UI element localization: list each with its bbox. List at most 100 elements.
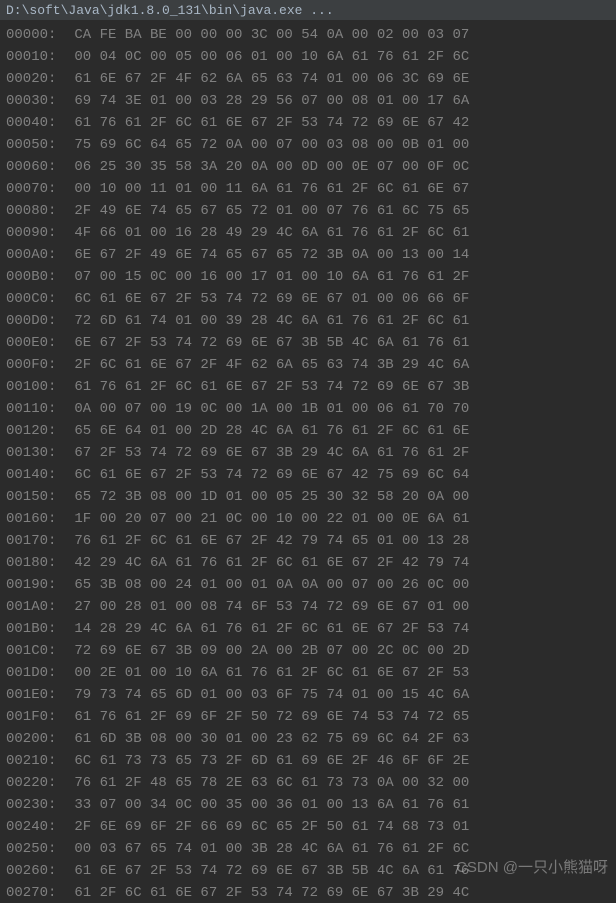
hex-row: 001F0: 61 76 61 2F 69 6F 2F 50 72 69 6E … (6, 706, 610, 728)
hex-row: 00270: 61 2F 6C 61 6E 67 2F 53 74 72 69 … (6, 882, 610, 903)
hex-offset: 00070: (6, 178, 66, 200)
hex-row: 00120: 65 6E 64 01 00 2D 28 4C 6A 61 76 … (6, 420, 610, 442)
hex-bytes: 00 03 67 65 74 01 00 3B 28 4C 6A 61 76 6… (66, 841, 469, 857)
hex-bytes: 61 76 61 2F 69 6F 2F 50 72 69 6E 74 53 7… (66, 709, 469, 725)
hex-row: 00210: 6C 61 73 73 65 73 2F 6D 61 69 6E … (6, 750, 610, 772)
hex-row: 00150: 65 72 3B 08 00 1D 01 00 05 25 30 … (6, 486, 610, 508)
hex-row: 00140: 6C 61 6E 67 2F 53 74 72 69 6E 67 … (6, 464, 610, 486)
hex-offset: 00140: (6, 464, 66, 486)
hex-row: 00220: 76 61 2F 48 65 78 2E 63 6C 61 73 … (6, 772, 610, 794)
hex-offset: 00200: (6, 728, 66, 750)
hex-bytes: 65 72 3B 08 00 1D 01 00 05 25 30 32 58 2… (66, 489, 469, 505)
hex-offset: 001C0: (6, 640, 66, 662)
hex-bytes: 61 6E 67 2F 53 74 72 69 6E 67 3B 5B 4C 6… (66, 863, 469, 879)
hex-row: 001E0: 79 73 74 65 6D 01 00 03 6F 75 74 … (6, 684, 610, 706)
hex-row: 00240: 2F 6E 69 6F 2F 66 69 6C 65 2F 50 … (6, 816, 610, 838)
hex-offset: 00240: (6, 816, 66, 838)
hex-offset: 00010: (6, 46, 66, 68)
hex-row: 00060: 06 25 30 35 58 3A 20 0A 00 0D 00 … (6, 156, 610, 178)
hex-offset: 00050: (6, 134, 66, 156)
hex-offset: 00080: (6, 200, 66, 222)
hex-row: 00000: CA FE BA BE 00 00 00 3C 00 54 0A … (6, 24, 610, 46)
hex-bytes: 14 28 29 4C 6A 61 76 61 2F 6C 61 6E 67 2… (66, 621, 469, 637)
hex-bytes: 00 2E 01 00 10 6A 61 76 61 2F 6C 61 6E 6… (66, 665, 469, 681)
hex-offset: 00130: (6, 442, 66, 464)
hex-bytes: 6C 61 6E 67 2F 53 74 72 69 6E 67 01 00 0… (66, 291, 469, 307)
hex-row: 000A0: 6E 67 2F 49 6E 74 65 67 65 72 3B … (6, 244, 610, 266)
hex-offset: 000C0: (6, 288, 66, 310)
hex-offset: 00250: (6, 838, 66, 860)
hex-bytes: 76 61 2F 6C 61 6E 67 2F 42 79 74 65 01 0… (66, 533, 469, 549)
hex-row: 00050: 75 69 6C 64 65 72 0A 00 07 00 03 … (6, 134, 610, 156)
hex-row: 00160: 1F 00 20 07 00 21 0C 00 10 00 22 … (6, 508, 610, 530)
hex-bytes: 06 25 30 35 58 3A 20 0A 00 0D 00 0E 07 0… (66, 159, 469, 175)
hex-offset: 00220: (6, 772, 66, 794)
hex-offset: 001A0: (6, 596, 66, 618)
hex-bytes: 27 00 28 01 00 08 74 6F 53 74 72 69 6E 6… (66, 599, 469, 615)
hex-bytes: 75 69 6C 64 65 72 0A 00 07 00 03 08 00 0… (66, 137, 469, 153)
hex-bytes: 2F 6C 61 6E 67 2F 4F 62 6A 65 63 74 3B 2… (66, 357, 469, 373)
hex-offset: 00230: (6, 794, 66, 816)
hex-offset: 00150: (6, 486, 66, 508)
hex-row: 000C0: 6C 61 6E 67 2F 53 74 72 69 6E 67 … (6, 288, 610, 310)
hex-bytes: 67 2F 53 74 72 69 6E 67 3B 29 4C 6A 61 7… (66, 445, 469, 461)
hex-offset: 00110: (6, 398, 66, 420)
hex-bytes: 0A 00 07 00 19 0C 00 1A 00 1B 01 00 06 6… (66, 401, 469, 417)
hex-offset: 000A0: (6, 244, 66, 266)
hex-bytes: 61 2F 6C 61 6E 67 2F 53 74 72 69 6E 67 3… (66, 885, 469, 901)
hex-offset: 00100: (6, 376, 66, 398)
hex-bytes: 33 07 00 34 0C 00 35 00 36 01 00 13 6A 6… (66, 797, 469, 813)
hex-row: 00200: 61 6D 3B 08 00 30 01 00 23 62 75 … (6, 728, 610, 750)
hex-offset: 000F0: (6, 354, 66, 376)
hex-offset: 00090: (6, 222, 66, 244)
hex-row: 00130: 67 2F 53 74 72 69 6E 67 3B 29 4C … (6, 442, 610, 464)
hex-bytes: 65 3B 08 00 24 01 00 01 0A 0A 00 07 00 2… (66, 577, 469, 593)
console-title-text: D:\soft\Java\jdk1.8.0_131\bin\java.exe .… (6, 3, 334, 18)
hex-offset: 00270: (6, 882, 66, 903)
hex-row: 00010: 00 04 0C 00 05 00 06 01 00 10 6A … (6, 46, 610, 68)
hex-offset: 00030: (6, 90, 66, 112)
hex-offset: 00000: (6, 24, 66, 46)
hex-bytes: 61 6D 3B 08 00 30 01 00 23 62 75 69 6C 6… (66, 731, 469, 747)
hex-bytes: 07 00 15 0C 00 16 00 17 01 00 10 6A 61 7… (66, 269, 469, 285)
hex-bytes: 6E 67 2F 53 74 72 69 6E 67 3B 5B 4C 6A 6… (66, 335, 469, 351)
hex-row: 00260: 61 6E 67 2F 53 74 72 69 6E 67 3B … (6, 860, 610, 882)
hex-row: 001B0: 14 28 29 4C 6A 61 76 61 2F 6C 61 … (6, 618, 610, 640)
hex-offset: 001B0: (6, 618, 66, 640)
hex-row: 001D0: 00 2E 01 00 10 6A 61 76 61 2F 6C … (6, 662, 610, 684)
hex-row: 00090: 4F 66 01 00 16 28 49 29 4C 6A 61 … (6, 222, 610, 244)
hex-row: 001A0: 27 00 28 01 00 08 74 6F 53 74 72 … (6, 596, 610, 618)
hex-row: 00100: 61 76 61 2F 6C 61 6E 67 2F 53 74 … (6, 376, 610, 398)
hex-row: 00040: 61 76 61 2F 6C 61 6E 67 2F 53 74 … (6, 112, 610, 134)
hex-bytes: 61 76 61 2F 6C 61 6E 67 2F 53 74 72 69 6… (66, 379, 469, 395)
hex-row: 00080: 2F 49 6E 74 65 67 65 72 01 00 07 … (6, 200, 610, 222)
hex-offset: 00190: (6, 574, 66, 596)
hex-row: 00250: 00 03 67 65 74 01 00 3B 28 4C 6A … (6, 838, 610, 860)
hex-bytes: 4F 66 01 00 16 28 49 29 4C 6A 61 76 61 2… (66, 225, 469, 241)
hex-bytes: 2F 6E 69 6F 2F 66 69 6C 65 2F 50 61 74 6… (66, 819, 469, 835)
hex-offset: 00040: (6, 112, 66, 134)
hex-row: 00030: 69 74 3E 01 00 03 28 29 56 07 00 … (6, 90, 610, 112)
hex-row: 001C0: 72 69 6E 67 3B 09 00 2A 00 2B 07 … (6, 640, 610, 662)
hex-bytes: 6C 61 6E 67 2F 53 74 72 69 6E 67 42 75 6… (66, 467, 469, 483)
hex-offset: 001E0: (6, 684, 66, 706)
hex-bytes: CA FE BA BE 00 00 00 3C 00 54 0A 00 02 0… (66, 27, 469, 43)
hex-bytes: 65 6E 64 01 00 2D 28 4C 6A 61 76 61 2F 6… (66, 423, 469, 439)
hex-offset: 00120: (6, 420, 66, 442)
hex-bytes: 72 6D 61 74 01 00 39 28 4C 6A 61 76 61 2… (66, 313, 469, 329)
hex-offset: 001D0: (6, 662, 66, 684)
hex-row: 000B0: 07 00 15 0C 00 16 00 17 01 00 10 … (6, 266, 610, 288)
hex-row: 00230: 33 07 00 34 0C 00 35 00 36 01 00 … (6, 794, 610, 816)
hex-offset: 000D0: (6, 310, 66, 332)
hex-bytes: 6E 67 2F 49 6E 74 65 67 65 72 3B 0A 00 1… (66, 247, 469, 263)
hex-offset: 00180: (6, 552, 66, 574)
hex-offset: 001F0: (6, 706, 66, 728)
hex-row: 00020: 61 6E 67 2F 4F 62 6A 65 63 74 01 … (6, 68, 610, 90)
hex-bytes: 61 76 61 2F 6C 61 6E 67 2F 53 74 72 69 6… (66, 115, 469, 131)
hex-offset: 00020: (6, 68, 66, 90)
hex-bytes: 00 04 0C 00 05 00 06 01 00 10 6A 61 76 6… (66, 49, 469, 65)
hex-bytes: 00 10 00 11 01 00 11 6A 61 76 61 2F 6C 6… (66, 181, 469, 197)
hex-row: 000E0: 6E 67 2F 53 74 72 69 6E 67 3B 5B … (6, 332, 610, 354)
hex-row: 00180: 42 29 4C 6A 61 76 61 2F 6C 61 6E … (6, 552, 610, 574)
console-title-bar: D:\soft\Java\jdk1.8.0_131\bin\java.exe .… (0, 0, 616, 20)
